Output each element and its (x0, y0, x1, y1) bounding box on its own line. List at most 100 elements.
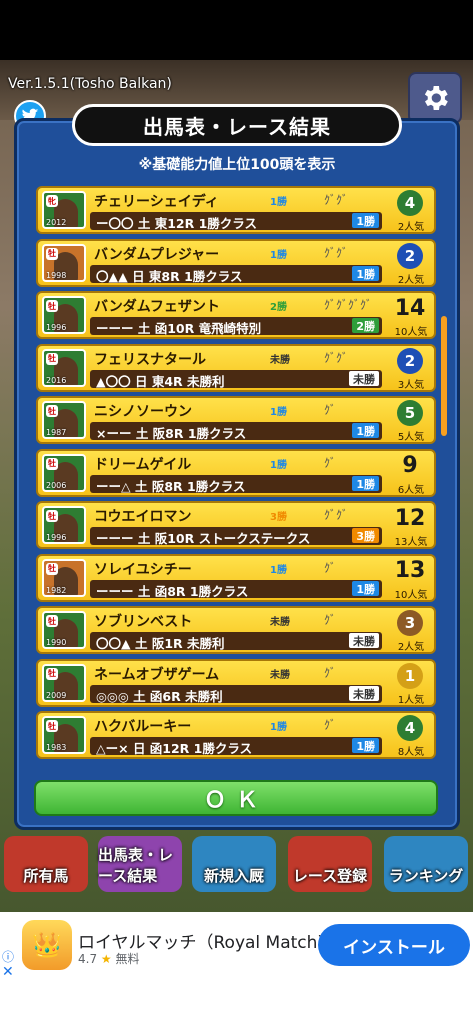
place-number: 2 (404, 246, 416, 265)
horse-row[interactable]: 牡 1990 ソブリンベスト 未勝 ｸﾞ 〇〇▲ 土 阪1R 未勝利 未勝 3 … (36, 606, 436, 654)
win-class: 1勝 (270, 197, 287, 208)
horse-portrait: 牡 2006 (42, 453, 86, 492)
nav-button[interactable]: 出馬表・レース結果 (98, 836, 182, 892)
race-info: ーーー 土 函8R 1勝クラス (96, 583, 249, 599)
win-class-badge: 未勝 (349, 633, 379, 648)
birth-year: 2016 (46, 375, 67, 385)
finish-place: 3 (390, 609, 430, 637)
horse-portrait: 牡 1996 (42, 296, 86, 334)
place-number: 13 (394, 558, 426, 583)
win-class: 3勝 (270, 512, 287, 523)
sex-badge: 牝 (46, 195, 58, 207)
race-info: ーーー 土 阪10R ストークステークス (96, 531, 311, 546)
horse-row[interactable]: 牡 1998 バンダムプレジャー 1勝 ｸﾞｸﾞ 〇▲▲ 日 東8R 1勝クラス… (36, 238, 436, 287)
sex-badge: 牡 (46, 300, 58, 312)
horse-row[interactable]: 牡 2006 ドリームゲイル 1勝 ｸﾞ ーー△ 土 阪8R 1勝クラス 1勝 … (36, 448, 436, 497)
popularity: 10人気 (394, 589, 428, 601)
birth-year: 1987 (46, 428, 67, 437)
win-class-badge: 3勝 (352, 528, 379, 543)
rank-marks: ｸﾞ (324, 560, 337, 575)
horse-row[interactable]: 牡 1983 ハクバルーキー 1勝 ｸﾞ △ー× 日 函12R 1勝クラス 1勝… (36, 711, 436, 759)
popularity: 13人気 (394, 537, 428, 548)
race-info-bar: ーーー 土 函8R 1勝クラス 1勝 (90, 579, 382, 599)
nav-label: 出馬表・レース結果 (98, 846, 174, 885)
horse-row[interactable]: 牝 2012 チェリーシェイディ 1勝 ｸﾞｸﾞ ー〇〇 土 東12R 1勝クラ… (36, 186, 436, 234)
place-number: 3 (404, 614, 416, 632)
version-label: Ver.1.5.1(Tosho Balkan) (8, 76, 172, 92)
rank-marks: ｸﾞｸﾞｸﾞｸﾞ (324, 298, 373, 312)
birth-year: 1996 (46, 323, 67, 332)
race-info: 〇〇▲ 土 阪1R 未勝利 (96, 636, 225, 651)
race-info: ▲〇〇 日 東4R 未勝利 (96, 373, 225, 389)
win-class: 未勝 (270, 354, 290, 366)
finish-place: 5 (390, 399, 430, 427)
rank-marks: ｸﾞ (324, 665, 337, 680)
nav-button[interactable]: ランキング (384, 836, 468, 892)
rank-marks: ｸﾞ (324, 613, 337, 627)
birth-year: 2006 (46, 480, 67, 490)
race-info: ーーー 土 函10R 竜飛崎特別 (96, 321, 262, 336)
finish-place: 13 (390, 557, 430, 585)
settings-button[interactable] (408, 72, 462, 124)
horse-row[interactable]: 牡 2016 フェリスナタール 未勝 ｸﾞｸﾞ ▲〇〇 日 東4R 未勝利 未勝… (36, 343, 436, 392)
win-class-badge: 2勝 (352, 318, 379, 333)
win-class: 1勝 (270, 249, 287, 261)
nav-button[interactable]: 新規入厩 (192, 836, 276, 892)
bottom-nav: 所有馬 出馬表・レース結果 新規入厩 レース登録 ランキング (0, 830, 473, 902)
horse-row[interactable]: 牡 1996 バンダムフェザント 2勝 ｸﾞｸﾞｸﾞｸﾞ ーーー 土 函10R … (36, 291, 436, 339)
ad-info-icon[interactable]: ⓘ (2, 948, 14, 965)
birth-year: 2009 (46, 690, 67, 700)
horse-row[interactable]: 牡 2009 ネームオブザゲーム 未勝 ｸﾞ ◎◎◎ 土 函6R 未勝利 未勝 … (36, 658, 436, 707)
win-class-badge: 1勝 (352, 738, 379, 753)
ad-install-button[interactable]: インストール (318, 924, 470, 966)
race-info-bar: ×ーー 土 阪8R 1勝クラス 1勝 (90, 422, 382, 441)
place-number: 14 (394, 295, 426, 321)
ad-rating-line: 4.7 ★ 無料 (78, 950, 140, 967)
place-number: 9 (402, 453, 418, 478)
nav-button[interactable]: 所有馬 (4, 836, 88, 892)
horse-row[interactable]: 牡 1987 ニシノソーウン 1勝 ｸﾞ ×ーー 土 阪8R 1勝クラス 1勝 … (36, 396, 436, 444)
scrollbar[interactable] (441, 316, 447, 436)
win-class: 2勝 (270, 302, 287, 313)
sex-badge: 牡 (46, 405, 58, 417)
finish-place: 1 (390, 662, 430, 690)
rank-marks: ｸﾞ (324, 403, 337, 417)
win-class: 未勝 (270, 617, 290, 628)
win-class: 1勝 (270, 407, 287, 418)
horse-name: フェリスナタール (94, 351, 206, 368)
rank-marks: ｸﾞ (324, 455, 337, 470)
dialog-title: 出馬表・レース結果 (72, 104, 402, 146)
status-area (0, 0, 473, 60)
finish-place: 2 (390, 242, 430, 270)
nav-label: 所有馬 (23, 867, 69, 885)
horse-name: コウエイロマン (94, 509, 192, 525)
win-class-badge: 1勝 (352, 265, 379, 281)
sex-badge: 牡 (46, 720, 58, 732)
race-info: ◎◎◎ 土 函6R 未勝利 (96, 688, 223, 704)
sex-badge: 牡 (46, 562, 58, 575)
ad-app-icon[interactable]: 👑 (22, 920, 72, 970)
rank-marks: ｸﾞｸﾞ (324, 245, 349, 260)
ad-price: 無料 (115, 952, 140, 966)
win-class-badge: 1勝 (352, 475, 379, 491)
sex-badge: 牡 (46, 667, 58, 680)
win-class-badge: 1勝 (352, 580, 379, 596)
rank-marks: ｸﾞｸﾞ (324, 508, 349, 522)
horse-row[interactable]: 牡 1996 コウエイロマン 3勝 ｸﾞｸﾞ ーーー 土 阪10R ストークステ… (36, 501, 436, 549)
horse-list[interactable]: 牝 2012 チェリーシェイディ 1勝 ｸﾞｸﾞ ー〇〇 土 東12R 1勝クラ… (36, 186, 436, 774)
popularity: 2人気 (397, 642, 425, 653)
dialog-subtitle: ※基礎能力値上位100頭を表示 (138, 157, 336, 173)
place-number: 2 (404, 351, 416, 370)
wreath-icon: 4 (397, 190, 423, 216)
popularity: 1人気 (397, 694, 425, 706)
ad-close-icon[interactable]: ✕ (2, 964, 14, 980)
sex-badge: 牡 (46, 247, 58, 260)
ad-banner[interactable]: ⓘ ✕ 👑 ロイヤルマッチ（Royal Match) 4.7 ★ 無料 インスト… (0, 912, 473, 1024)
popularity: 10人気 (394, 327, 428, 338)
win-class-badge: 未勝 (349, 370, 379, 386)
place-number: 5 (404, 404, 416, 422)
ok-button[interactable]: ＯＫ (34, 780, 438, 816)
race-info-bar: ーー△ 土 阪8R 1勝クラス 1勝 (90, 474, 382, 494)
horse-row[interactable]: 牡 1982 ソレイユシチー 1勝 ｸﾞ ーーー 土 函8R 1勝クラス 1勝 … (36, 553, 436, 602)
nav-button[interactable]: レース登録 (288, 836, 372, 892)
